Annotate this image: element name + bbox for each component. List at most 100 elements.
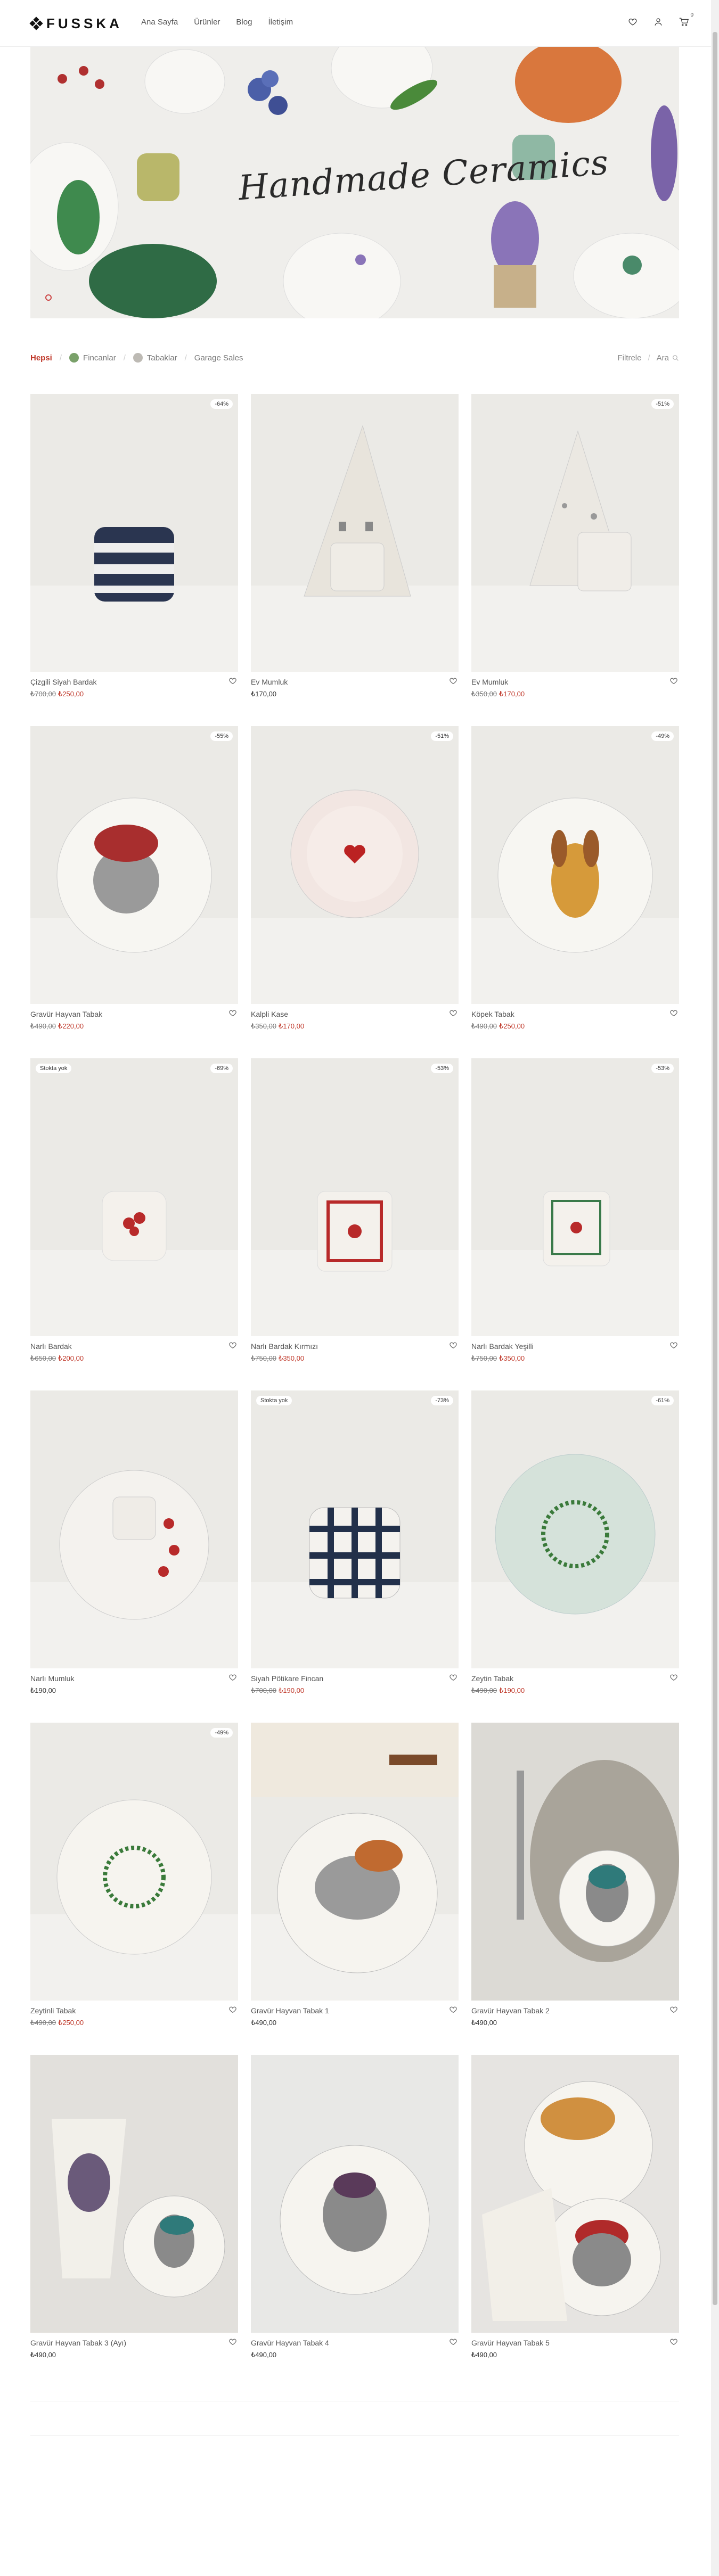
product-image[interactable]: -51%: [251, 726, 459, 1004]
category-cups-thumbnail: [69, 353, 79, 363]
product-image[interactable]: [30, 1390, 238, 1668]
wishlist-heart-icon[interactable]: [449, 2005, 459, 2015]
discount-badge: -73%: [431, 1396, 453, 1405]
nav-products[interactable]: Ürünler: [194, 18, 220, 27]
product-card[interactable]: -53% Narlı Bardak Yeşilli ₺750,00 ₺350,00: [471, 1058, 679, 1383]
product-card[interactable]: -49% Köpek Tabak ₺490,00 ₺250,00: [471, 726, 679, 1051]
cart-icon[interactable]: 0: [678, 12, 693, 28]
product-image[interactable]: -53%: [251, 1058, 459, 1336]
category-separator: /: [184, 353, 187, 363]
wishlist-heart-icon[interactable]: [228, 2338, 238, 2347]
old-price: ₺750,00: [251, 1354, 277, 1362]
product-image[interactable]: [471, 2055, 679, 2333]
wishlist-heart-icon[interactable]: [669, 1673, 679, 1683]
nav-blog[interactable]: Blog: [236, 18, 252, 27]
wishlist-heart-icon[interactable]: [228, 1341, 238, 1351]
scrollbar-thumb[interactable]: [713, 32, 717, 2305]
product-card[interactable]: Gravür Hayvan Tabak 4 ₺490,00: [251, 2055, 459, 2380]
product-image[interactable]: [251, 1723, 459, 2001]
product-name[interactable]: Zeytinli Tabak: [30, 2006, 76, 2015]
product-card[interactable]: -55% Gravür Hayvan Tabak ₺490,00 ₺220,00: [30, 726, 238, 1051]
user-icon[interactable]: [652, 16, 664, 28]
product-name[interactable]: Köpek Tabak: [471, 1010, 514, 1018]
product-image[interactable]: -61%: [471, 1390, 679, 1668]
wishlist-heart-icon[interactable]: [228, 1009, 238, 1018]
product-name[interactable]: Narlı Bardak Kırmızı: [251, 1342, 318, 1351]
wishlist-heart-icon[interactable]: [449, 677, 459, 686]
product-photo: [471, 1390, 679, 1668]
category-garage-sales[interactable]: Garage Sales: [194, 353, 243, 363]
product-card[interactable]: -73% Stokta yok Siyah Pötikare Fincan ₺700,…: [251, 1390, 459, 1715]
filter-button[interactable]: Filtrele: [617, 353, 641, 363]
wishlist-heart-icon[interactable]: [449, 1673, 459, 1683]
product-image[interactable]: [251, 394, 459, 672]
product-image[interactable]: [471, 1723, 679, 2001]
wishlist-heart-icon[interactable]: [669, 2005, 679, 2015]
product-card[interactable]: Ev Mumluk ₺170,00: [251, 394, 459, 719]
product-name[interactable]: Gravür Hayvan Tabak 4: [251, 2339, 329, 2347]
product-card[interactable]: Narlı Mumluk ₺190,00: [30, 1390, 238, 1715]
product-image[interactable]: -49%: [471, 726, 679, 1004]
product-card[interactable]: Gravür Hayvan Tabak 2 ₺490,00: [471, 1723, 679, 2047]
product-image[interactable]: -49%: [30, 1723, 238, 2001]
product-card[interactable]: Gravür Hayvan Tabak 3 (Ayı) ₺490,00: [30, 2055, 238, 2380]
product-name[interactable]: Gravür Hayvan Tabak 1: [251, 2006, 329, 2015]
nav-contact[interactable]: İletişim: [268, 18, 293, 27]
product-name[interactable]: Zeytin Tabak: [471, 1674, 513, 1683]
search-icon: [673, 355, 679, 361]
wishlist-heart-icon[interactable]: [228, 1673, 238, 1683]
wishlist-heart-icon[interactable]: [449, 1009, 459, 1018]
product-name[interactable]: Siyah Pötikare Fincan: [251, 1674, 323, 1683]
product-price: ₺350,00 ₺170,00: [251, 1022, 304, 1031]
product-name[interactable]: Ev Mumluk: [251, 678, 288, 686]
product-image[interactable]: -69% Stokta yok: [30, 1058, 238, 1336]
wishlist-heart-icon[interactable]: [669, 677, 679, 686]
product-price: ₺700,00 ₺250,00: [30, 690, 84, 698]
category-plates-label: Tabaklar: [146, 353, 177, 363]
product-name[interactable]: Çizgili Siyah Bardak: [30, 678, 97, 686]
product-card[interactable]: Gravür Hayvan Tabak 5 ₺490,00: [471, 2055, 679, 2380]
product-image[interactable]: -73% Stokta yok: [251, 1390, 459, 1668]
product-image[interactable]: -64%: [30, 394, 238, 672]
product-name[interactable]: Ev Mumluk: [471, 678, 508, 686]
product-image[interactable]: -53%: [471, 1058, 679, 1336]
product-name[interactable]: Gravür Hayvan Tabak: [30, 1010, 102, 1018]
hero-slider-dot[interactable]: [45, 294, 52, 301]
category-plates[interactable]: Tabaklar: [133, 353, 177, 363]
product-card[interactable]: -61% Zeytin Tabak ₺490,00 ₺190,00: [471, 1390, 679, 1715]
product-name[interactable]: Gravür Hayvan Tabak 3 (Ayı): [30, 2339, 126, 2347]
product-name[interactable]: Narlı Bardak: [30, 1342, 72, 1351]
product-name[interactable]: Gravür Hayvan Tabak 2: [471, 2006, 550, 2015]
wishlist-heart-icon[interactable]: [228, 2005, 238, 2015]
product-name[interactable]: Kalpli Kase: [251, 1010, 288, 1018]
wishlist-heart-icon[interactable]: [449, 2338, 459, 2347]
page-scrollbar[interactable]: [711, 0, 719, 2576]
product-card[interactable]: -49% Zeytinli Tabak ₺490,00 ₺250,00: [30, 1723, 238, 2047]
wishlist-heart-icon[interactable]: [669, 2338, 679, 2347]
product-name[interactable]: Narlı Mumluk: [30, 1674, 74, 1683]
category-all[interactable]: Hepsi: [30, 353, 52, 363]
site-logo[interactable]: FUSSKA: [29, 15, 122, 31]
product-card[interactable]: -51% Kalpli Kase ₺350,00 ₺170,00: [251, 726, 459, 1051]
product-name[interactable]: Gravür Hayvan Tabak 5: [471, 2339, 550, 2347]
heart-icon[interactable]: [627, 16, 639, 28]
product-price: ₺490,00: [471, 2019, 497, 2027]
product-card[interactable]: -51% Ev Mumluk ₺350,00 ₺170,00: [471, 394, 679, 719]
product-image[interactable]: -51%: [471, 394, 679, 672]
product-card[interactable]: -64% Çizgili Siyah Bardak ₺700,00 ₺250,00: [30, 394, 238, 719]
product-card[interactable]: Gravür Hayvan Tabak 1 ₺490,00: [251, 1723, 459, 2047]
product-image[interactable]: [251, 2055, 459, 2333]
wishlist-heart-icon[interactable]: [228, 677, 238, 686]
wishlist-heart-icon[interactable]: [449, 1341, 459, 1351]
product-card[interactable]: -69% Stokta yok Narlı Bardak ₺650,00 ₺200,00: [30, 1058, 238, 1383]
product-image[interactable]: [30, 2055, 238, 2333]
wishlist-heart-icon[interactable]: [669, 1341, 679, 1351]
product-name[interactable]: Narlı Bardak Yeşilli: [471, 1342, 534, 1351]
wishlist-heart-icon[interactable]: [669, 1009, 679, 1018]
product-image[interactable]: -55%: [30, 726, 238, 1004]
search-button[interactable]: Ara: [657, 353, 679, 363]
product-card[interactable]: -53% Narlı Bardak Kırmızı ₺750,00 ₺350,00: [251, 1058, 459, 1383]
category-cups[interactable]: Fincanlar: [69, 353, 116, 363]
hero-banner[interactable]: Handmade Ceramics: [30, 47, 679, 318]
nav-home[interactable]: Ana Sayfa: [141, 18, 178, 27]
